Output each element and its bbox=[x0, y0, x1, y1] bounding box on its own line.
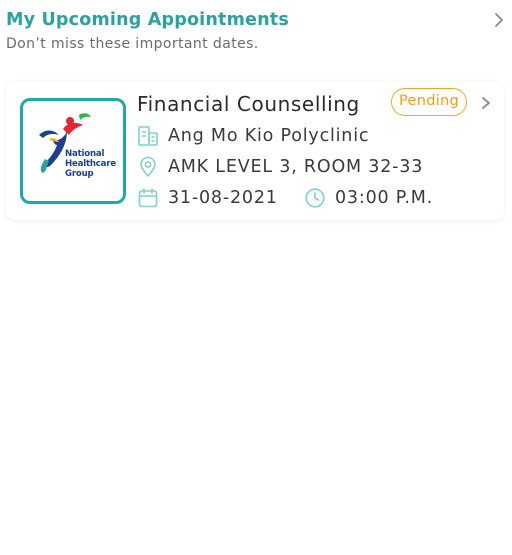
section-subtitle: Don’t miss these important dates. bbox=[6, 36, 259, 52]
appointment-time: 03:00 P.M. bbox=[335, 188, 434, 208]
calendar-icon bbox=[138, 188, 158, 208]
location-text: AMK LEVEL 3, ROOM 32-33 bbox=[168, 157, 424, 177]
date-row: 31-08-2021 bbox=[137, 186, 277, 210]
clinic-name: Ang Mo Kio Polyclinic bbox=[168, 126, 370, 146]
appointments-header[interactable]: My Upcoming Appointments Don’t miss thes… bbox=[6, 9, 506, 52]
building-icon bbox=[138, 126, 158, 146]
chevron-right-icon[interactable] bbox=[492, 11, 506, 29]
clock-icon bbox=[305, 188, 325, 208]
chevron-right-icon[interactable] bbox=[480, 94, 492, 112]
appointment-title: Financial Counselling bbox=[137, 92, 360, 116]
appointment-date: 31-08-2021 bbox=[168, 188, 278, 208]
provider-logo: National Healthcare Group bbox=[20, 98, 126, 204]
section-title: My Upcoming Appointments bbox=[6, 10, 289, 30]
status-badge: Pending bbox=[391, 88, 467, 116]
provider-logo-text: National Healthcare Group bbox=[65, 149, 116, 180]
location-pin-icon bbox=[140, 156, 156, 177]
appointment-card[interactable]: National Healthcare Group Financial Coun… bbox=[6, 82, 504, 220]
